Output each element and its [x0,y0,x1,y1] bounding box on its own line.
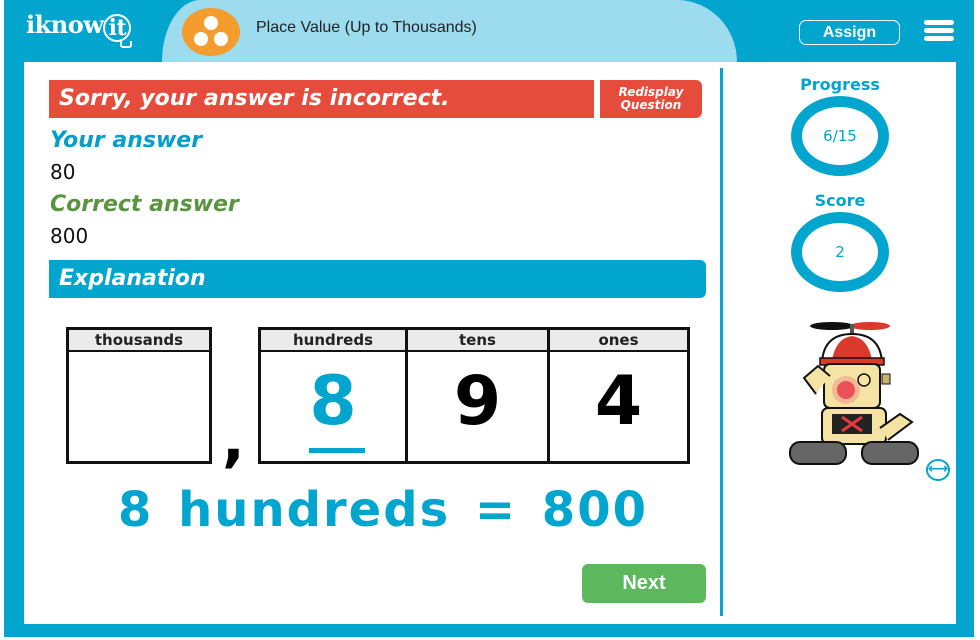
progress-ring: 6/15 [791,96,889,176]
hundreds-digit: 8 [309,362,357,441]
correct-answer-label: Correct answer [50,192,239,217]
lightbulb-base-icon [120,41,132,48]
progress-label: Progress [800,75,880,94]
robot-mascot [789,322,919,465]
summary-equals: = [474,482,518,538]
ones-column: ones 4 [547,330,687,461]
iknowit-logo[interactable]: iknow it [26,10,132,42]
lightbulb-icon: it [103,14,132,42]
hundreds-digit-underline [309,448,365,453]
hundreds-column: hundreds 8 [261,330,405,461]
propeller-icon [810,322,890,334]
explanation-summary: 8 hundreds = 800 [0,482,760,538]
column-header-ones: ones [550,330,687,352]
redisplay-label-line2: Question [620,98,682,112]
place-value-table: hundreds 8 tens 9 ones 4 [258,327,690,464]
redisplay-question-button[interactable]: Redisplay Question [600,80,702,118]
correct-answer-value: 800 [50,224,89,248]
score-value: 2 [835,243,845,261]
right-border [956,62,974,624]
incorrect-banner: Sorry, your answer is incorrect. [49,80,594,118]
hamburger-menu-icon[interactable] [924,20,954,42]
summary-word: hundreds [178,482,451,538]
three-dots-cluster-icon [182,8,240,56]
column-header-hundreds: hundreds [261,330,405,352]
summary-value: 800 [541,482,648,538]
your-answer-label: Your answer [50,128,203,153]
summary-digit: 8 [117,482,154,538]
explanation-header: Explanation [49,260,706,298]
assign-button[interactable]: Assign [799,20,900,45]
progress-value: 6/15 [823,127,857,145]
thousands-separator: , [222,405,245,475]
robot-treads [789,441,919,465]
thousands-column: thousands [66,327,212,464]
tens-digit: 9 [453,362,502,441]
logo-text: iknow [26,10,104,39]
expand-horizontal-icon[interactable]: ⟷ [926,459,950,481]
logo-bulb-text: it [108,15,127,41]
your-answer-value: 80 [50,160,76,184]
column-header-thousands: thousands [69,330,209,352]
next-button[interactable]: Next [582,564,706,603]
score-ring: 2 [791,212,889,292]
tens-column: tens 9 [405,330,547,461]
lesson-title: Place Value (Up to Thousands) [256,19,477,36]
header: iknow it Place Value (Up to Thousands) As… [0,0,970,62]
score-label: Score [814,191,866,210]
ones-digit: 4 [594,362,643,441]
column-header-tens: tens [408,330,547,352]
